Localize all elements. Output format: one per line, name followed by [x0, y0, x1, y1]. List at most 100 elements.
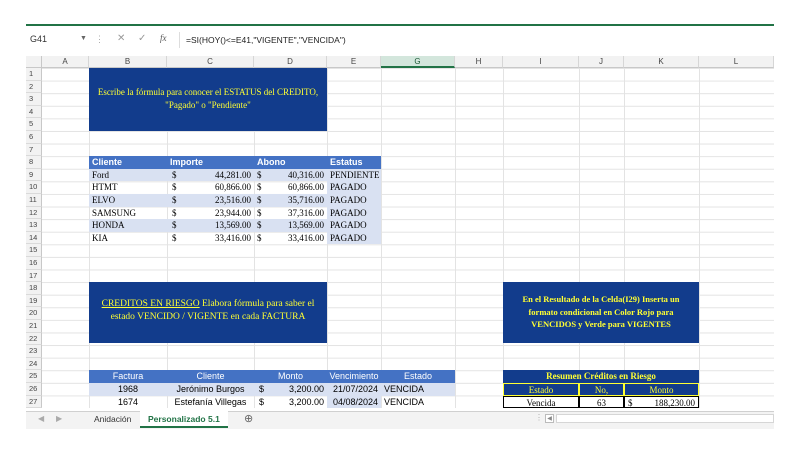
- summary-header-estado[interactable]: Estado: [503, 383, 579, 396]
- select-all-corner[interactable]: [26, 56, 42, 68]
- add-sheet-icon[interactable]: ⊕: [236, 411, 261, 428]
- cell-cliente[interactable]: Estefanía Villegas: [167, 396, 254, 409]
- summary-title[interactable]: Resumen Créditos en Riesgo: [503, 370, 699, 383]
- col-header-b[interactable]: B: [89, 56, 167, 68]
- row-header[interactable]: 11: [26, 194, 42, 207]
- cell-abono[interactable]: $33,416.00: [254, 232, 327, 245]
- row-header[interactable]: 24: [26, 357, 42, 371]
- row-header[interactable]: 2: [26, 80, 42, 94]
- summary-cell-monto[interactable]: $188,230.00: [624, 395, 699, 409]
- cell-factura[interactable]: 1674: [89, 396, 167, 409]
- summary-header-monto[interactable]: Monto: [624, 383, 699, 396]
- summary-cell-estado[interactable]: Vencida: [503, 395, 579, 409]
- row-header[interactable]: 6: [26, 131, 42, 144]
- cell-importe[interactable]: $44,281.00: [167, 168, 254, 182]
- cell-estado[interactable]: VENCIDA: [381, 383, 455, 396]
- cell-cliente[interactable]: SAMSUNG: [89, 207, 167, 220]
- column-header-abono[interactable]: Abono: [254, 156, 327, 169]
- cell-abono[interactable]: $13,569.00: [254, 219, 327, 232]
- cell-importe[interactable]: $13,569.00: [167, 219, 254, 232]
- row-header[interactable]: 10: [26, 181, 42, 194]
- insert-function-icon[interactable]: fx: [160, 33, 167, 43]
- row-header[interactable]: 3: [26, 93, 42, 106]
- row-header[interactable]: 7: [26, 143, 42, 157]
- cell-estatus[interactable]: PAGADO: [327, 206, 381, 220]
- row-header[interactable]: 23: [26, 345, 42, 358]
- col-header-c[interactable]: C: [167, 56, 254, 68]
- cell-importe[interactable]: $23,944.00: [167, 207, 254, 220]
- cell-importe[interactable]: $23,516.00: [167, 194, 254, 207]
- row-header[interactable]: 18: [26, 282, 42, 295]
- col-header-a[interactable]: A: [42, 56, 89, 68]
- cell-vencimiento[interactable]: 04/08/2024: [327, 395, 381, 409]
- col-header-h[interactable]: H: [455, 56, 503, 68]
- cell-monto[interactable]: $3,200.00: [254, 396, 327, 409]
- tab-scroll-left-icon[interactable]: ◀: [38, 414, 44, 423]
- row-header[interactable]: 26: [26, 383, 42, 396]
- column-header-cliente[interactable]: Cliente: [89, 156, 167, 169]
- column-header-cliente[interactable]: Cliente: [167, 370, 254, 383]
- formula-input[interactable]: =SI(HOY()<=E41,"VIGENTE","VENCIDA"): [186, 35, 346, 45]
- cell-cliente[interactable]: HONDA: [89, 219, 167, 232]
- cell-abono[interactable]: $35,716.00: [254, 194, 327, 207]
- row-header[interactable]: 14: [26, 231, 42, 245]
- column-header-monto[interactable]: Monto: [254, 370, 327, 383]
- col-header-d[interactable]: D: [254, 56, 327, 68]
- cell-monto[interactable]: $3,200.00: [254, 383, 327, 396]
- summary-header-no[interactable]: No,: [579, 383, 624, 396]
- cell-factura[interactable]: 1968: [89, 383, 167, 396]
- column-header-vencimiento[interactable]: Vencimiento: [327, 370, 381, 383]
- row-header[interactable]: 5: [26, 118, 42, 131]
- cell-estatus[interactable]: PAGADO: [327, 194, 381, 207]
- cell-importe[interactable]: $60,866.00: [167, 181, 254, 194]
- row-header[interactable]: 22: [26, 332, 42, 346]
- cell-estatus[interactable]: PENDIENTE: [327, 168, 381, 182]
- cell-cliente[interactable]: Jerónimo Burgos: [167, 383, 254, 396]
- row-header[interactable]: 1: [26, 68, 42, 81]
- row-header[interactable]: 27: [26, 395, 42, 409]
- column-header-factura[interactable]: Factura: [89, 370, 167, 383]
- cell-abono[interactable]: $40,316.00: [254, 168, 327, 182]
- column-header-importe[interactable]: Importe: [167, 156, 254, 169]
- cell-importe[interactable]: $33,416.00: [167, 232, 254, 245]
- cell-cliente[interactable]: ELVO: [89, 194, 167, 207]
- row-header[interactable]: 9: [26, 168, 42, 182]
- tab-scroll-right-icon[interactable]: ▶: [56, 414, 62, 423]
- row-header[interactable]: 25: [26, 370, 42, 383]
- cell-estatus[interactable]: PAGADO: [327, 219, 381, 232]
- cell-cliente[interactable]: Ford: [89, 168, 167, 182]
- cell-estado[interactable]: VENCIDA: [381, 396, 455, 409]
- column-header-estado[interactable]: Estado: [381, 370, 455, 383]
- cell-abono[interactable]: $37,316.00: [254, 207, 327, 220]
- cancel-icon[interactable]: ✕: [117, 33, 125, 44]
- row-header[interactable]: 4: [26, 105, 42, 119]
- tab-anidacion[interactable]: Anidación: [86, 411, 139, 428]
- cell-abono[interactable]: $60,866.00: [254, 181, 327, 194]
- hscroll-left-icon[interactable]: ◀: [545, 414, 554, 423]
- col-header-g[interactable]: G: [381, 56, 455, 68]
- col-header-e[interactable]: E: [327, 56, 381, 68]
- row-header[interactable]: 16: [26, 257, 42, 270]
- cell-cliente[interactable]: HTMT: [89, 181, 167, 194]
- row-header[interactable]: 19: [26, 294, 42, 308]
- col-header-l[interactable]: L: [699, 56, 774, 68]
- col-header-j[interactable]: J: [579, 56, 624, 68]
- row-header[interactable]: 21: [26, 320, 42, 333]
- cell-estatus[interactable]: PAGADO: [327, 231, 381, 245]
- col-header-i[interactable]: I: [503, 56, 579, 68]
- tab-split-handle-icon[interactable]: ⋮: [535, 413, 543, 422]
- cell-vencimiento[interactable]: 21/07/2024: [327, 383, 381, 396]
- row-header[interactable]: 15: [26, 244, 42, 257]
- row-header[interactable]: 20: [26, 307, 42, 320]
- tab-personalizado-5-1[interactable]: Personalizado 5.1: [140, 411, 228, 428]
- column-header-estatus[interactable]: Estatus: [327, 156, 381, 169]
- row-header[interactable]: 17: [26, 269, 42, 283]
- enter-icon[interactable]: ✓: [138, 33, 146, 44]
- summary-cell-no[interactable]: 63: [579, 395, 624, 409]
- horizontal-scrollbar[interactable]: [556, 414, 774, 423]
- name-box-dropdown-icon[interactable]: ▼: [80, 35, 87, 42]
- col-header-k[interactable]: K: [624, 56, 699, 68]
- row-header[interactable]: 8: [26, 156, 42, 169]
- cell-estatus[interactable]: PAGADO: [327, 181, 381, 194]
- cell-cliente[interactable]: KIA: [89, 232, 167, 245]
